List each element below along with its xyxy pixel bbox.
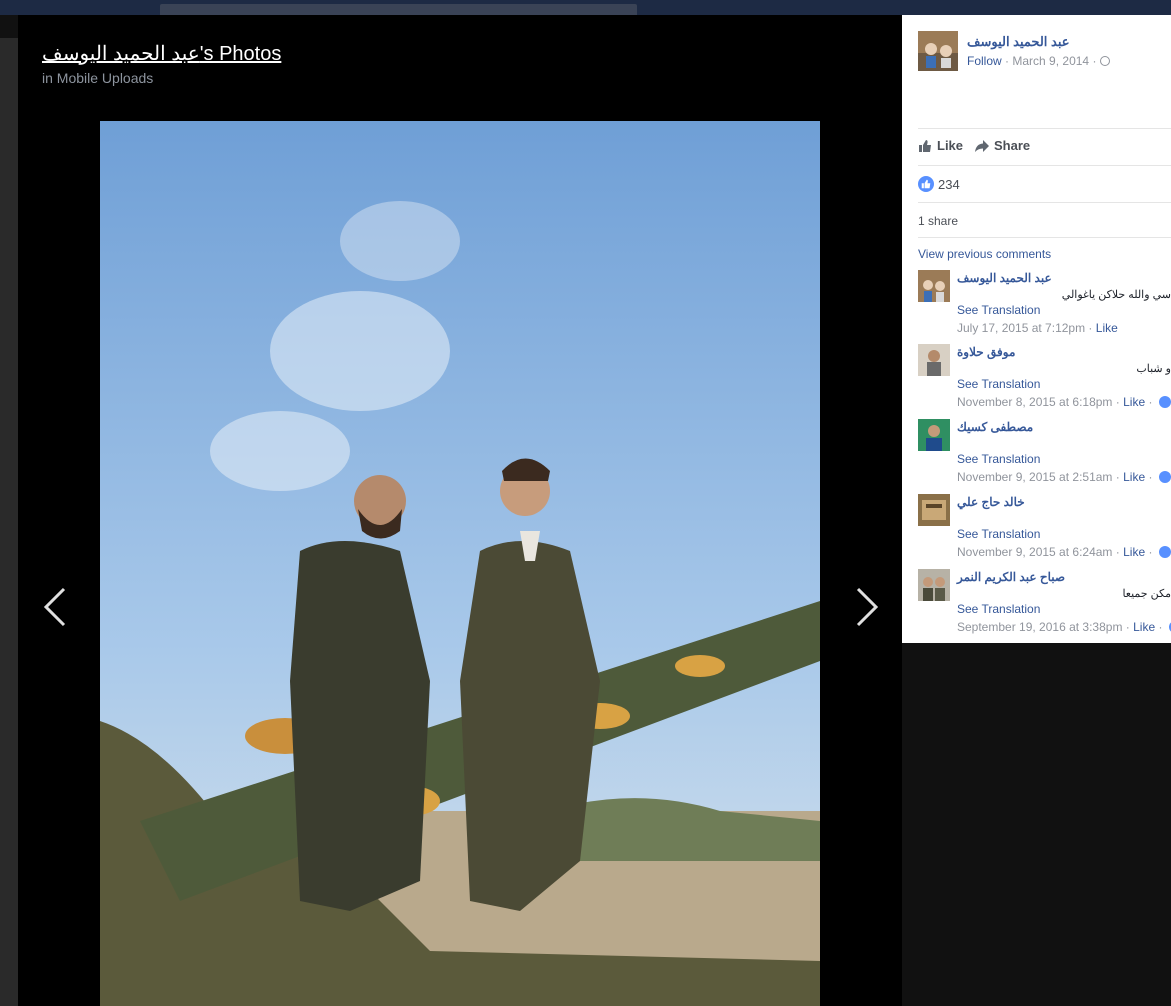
author-avatar[interactable]	[918, 31, 958, 71]
like-reaction-icon	[918, 176, 934, 192]
meta-separator-2: ·	[1092, 54, 1097, 68]
comment-item: عبد الحميد اليوسف سي والله حلاكن ياغوالي…	[918, 270, 1171, 345]
comment-text: مكن جميعا	[1122, 588, 1171, 600]
comment-like-link[interactable]: Like	[1123, 470, 1145, 484]
commenter-avatar[interactable]	[918, 569, 950, 601]
comment-like-reaction-icon	[1158, 546, 1171, 558]
comment-timestamp[interactable]: November 9, 2015 at 6:24am	[957, 545, 1112, 559]
divider	[918, 202, 1171, 203]
reaction-summary[interactable]: 234	[918, 176, 960, 192]
sidebar-empty-area	[902, 643, 1171, 1006]
comment-meta: November 8, 2015 at 6:18pm · Like ·	[957, 395, 1171, 409]
divider	[918, 165, 1171, 166]
see-translation-link[interactable]: See Translation	[957, 452, 1040, 466]
commenter-avatar[interactable]	[918, 344, 950, 376]
comment-meta: November 9, 2015 at 2:51am · Like ·	[957, 470, 1171, 484]
album-title-link[interactable]: عبد الحميد اليوسف's Photos	[42, 41, 281, 66]
share-count-link[interactable]: 1 share	[918, 214, 958, 228]
comment-like-reaction-icon	[1158, 396, 1171, 408]
like-button[interactable]: Like	[918, 138, 963, 153]
comment-timestamp[interactable]: November 9, 2015 at 2:51am	[957, 470, 1112, 484]
comment-text: و شباب	[1136, 363, 1171, 375]
comment-meta: September 19, 2016 at 3:38pm · Like ·	[957, 620, 1171, 634]
commenter-name-link[interactable]: موفق حلاوة	[957, 345, 1015, 359]
comment-like-link[interactable]: Like	[1133, 620, 1155, 634]
comment-text: سي والله حلاكن ياغوالي	[1061, 289, 1171, 301]
comment-timestamp[interactable]: July 17, 2015 at 7:12pm	[957, 321, 1085, 335]
like-count: 234	[938, 176, 960, 192]
share-arrow-icon	[975, 139, 989, 152]
commenter-avatar[interactable]	[918, 419, 950, 451]
comment-like-link[interactable]: Like	[1123, 545, 1145, 559]
see-translation-link[interactable]: See Translation	[957, 303, 1040, 317]
previous-photo-chevron-icon[interactable]	[34, 585, 74, 629]
photo-stage: عبد الحميد اليوسف's Photos in Mobile Upl…	[18, 15, 902, 1006]
divider	[918, 128, 1171, 129]
comment-meta: July 17, 2015 at 7:12pm · Like	[957, 321, 1118, 335]
album-subtitle: in Mobile Uploads	[42, 70, 154, 86]
comment-like-reaction-icon	[1158, 471, 1171, 483]
thumbs-up-icon	[919, 139, 931, 152]
view-previous-comments-link[interactable]: View previous comments	[918, 247, 1051, 261]
comment-item: خالد حاج علي See Translation November 9,…	[918, 494, 1171, 569]
see-translation-link[interactable]: See Translation	[957, 602, 1040, 616]
commenter-name-link[interactable]: صباح عبد الكريم النمر	[957, 570, 1065, 584]
follow-link[interactable]: Follow	[967, 54, 1002, 68]
commenter-avatar[interactable]	[918, 494, 950, 526]
commenter-avatar[interactable]	[918, 270, 950, 302]
public-globe-icon	[1099, 56, 1110, 66]
next-photo-chevron-icon[interactable]	[848, 585, 888, 629]
comment-meta: November 9, 2015 at 6:24am · Like ·	[957, 545, 1171, 559]
like-label: Like	[937, 138, 964, 153]
photo-image	[100, 121, 820, 1006]
comment-timestamp[interactable]: November 8, 2015 at 6:18pm	[957, 395, 1112, 409]
commenter-name-link[interactable]: مصطفى كسيك	[957, 420, 1033, 434]
commenter-name-link[interactable]: عبد الحميد اليوسف	[957, 271, 1052, 285]
share-button[interactable]: Share	[974, 138, 1030, 153]
post-meta: Follow · March 9, 2014 ·	[967, 54, 1110, 68]
comment-like-link[interactable]: Like	[1123, 395, 1145, 409]
comment-item: صباح عبد الكريم النمر مكن جميعا See Tran…	[918, 569, 1171, 644]
comment-like-link[interactable]: Like	[1096, 321, 1118, 335]
see-translation-link[interactable]: See Translation	[957, 527, 1040, 541]
divider	[918, 237, 1171, 238]
page-background-strip	[0, 38, 18, 1006]
comment-item: مصطفى كسيك See Translation November 9, 2…	[918, 419, 1171, 494]
commenter-name-link[interactable]: خالد حاج علي	[957, 495, 1025, 509]
post-date[interactable]: March 9, 2014	[1012, 54, 1089, 68]
comment-timestamp[interactable]: September 19, 2016 at 3:38pm	[957, 620, 1122, 634]
see-translation-link[interactable]: See Translation	[957, 377, 1040, 391]
comment-item: موفق حلاوة و شباب See Translation Novemb…	[918, 344, 1171, 419]
share-label: Share	[994, 138, 1031, 153]
meta-separator: ·	[1005, 54, 1010, 68]
author-name-link[interactable]: عبد الحميد اليوسف	[967, 34, 1070, 50]
